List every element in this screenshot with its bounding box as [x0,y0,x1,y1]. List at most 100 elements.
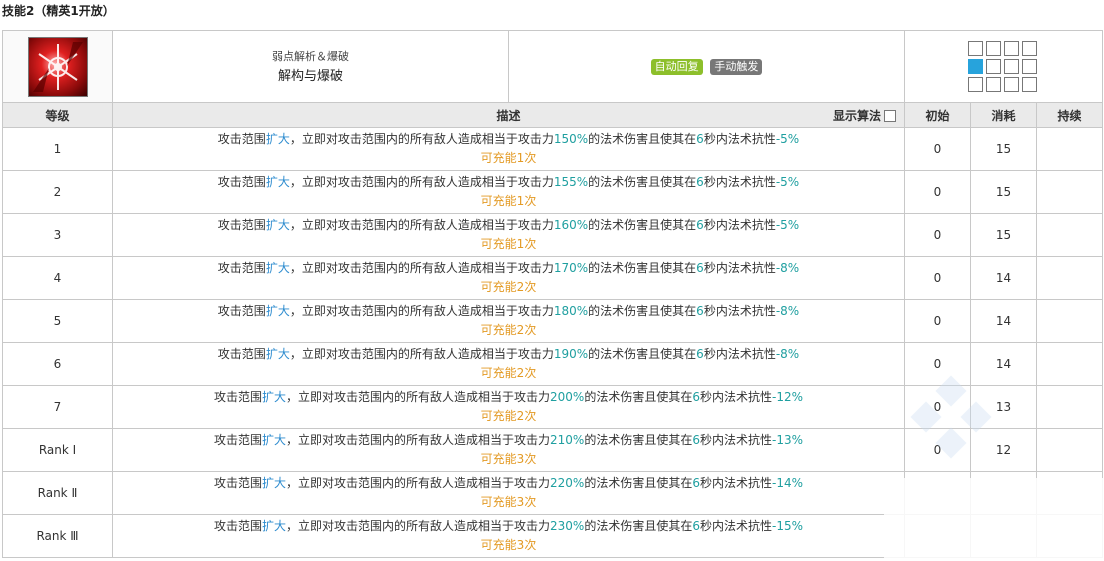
desc-multiplier: 200% [550,390,585,404]
desc-text: 秒内法术抗性 [703,347,776,361]
level-label: Rank Ⅰ [2,428,113,472]
desc-text: 秒内法术抗性 [703,261,776,275]
charges-text: 可充能 [480,409,517,423]
desc-resistance: -12% [772,390,804,404]
skill-name-en: 弱点解析＆爆破 [272,49,349,63]
desc-keyword-expand: 扩大 [261,433,286,447]
range-cell [967,41,983,56]
desc-text: 秒内法术抗性 [703,304,776,318]
charges-line: 可充能3次 [113,493,904,512]
skill-icon-cell [2,30,113,103]
charges-line: 可充能2次 [113,364,904,383]
section-title: 技能2（精英1开放） [2,4,115,18]
desc-text: 攻击范围 [217,175,266,189]
range-cell [1003,77,1019,92]
level-description: 攻击范围扩大，立即对攻击范围内的所有敌人造成相当于攻击力170%的法术伤害且使其… [112,256,905,300]
col-initial: 初始 [904,102,971,128]
level-description: 攻击范围扩大，立即对攻击范围内的所有敌人造成相当于攻击力155%的法术伤害且使其… [112,170,905,214]
desc-text: ，立即对攻击范围内的所有敌人造成相当于攻击力 [289,175,554,189]
initial-sp: 0 [904,428,971,472]
duration [1035,428,1104,472]
sp-cost: 15 [970,213,1037,257]
desc-text: 的法术伤害且使其在 [588,347,697,361]
tag-auto-recovery: 自动回复 [650,58,703,75]
level-label: 5 [2,299,113,343]
desc-keyword-expand: 扩大 [265,304,290,318]
desc-resistance: -5% [775,132,800,146]
level-row: 2 攻击范围扩大，立即对攻击范围内的所有敌人造成相当于攻击力155%的法术伤害且使… [2,170,1104,214]
charges-line: 可充能2次 [113,407,904,426]
range-cell [1021,59,1037,74]
duration [1035,213,1104,257]
skill-name-cn: 解构与爆破 [277,68,343,84]
level-rows: 1 攻击范围扩大，立即对攻击范围内的所有敌人造成相当于攻击力150%的法术伤害且使… [2,127,1104,558]
desc-text: 攻击范围 [217,304,266,318]
desc-text: 的法术伤害且使其在 [588,261,697,275]
initial-sp [904,514,971,558]
duration [1035,385,1104,429]
charges-line: 可充能1次 [113,192,904,211]
col-cost: 消耗 [970,102,1037,128]
desc-text: 攻击范围 [217,132,266,146]
level-row: 1 攻击范围扩大，立即对攻击范围内的所有敌人造成相当于攻击力150%的法术伤害且使… [2,127,1104,171]
desc-text: 秒内法术抗性 [699,390,772,404]
desc-text: 攻击范围 [213,476,262,490]
skill-table: 弱点解析＆爆破 解构与爆破 自动回复 手动触发 等级 描述 显示算法 初始 消耗 [2,30,1104,558]
sp-cost: 14 [970,256,1037,300]
tag-manual-trigger: 手动触发 [710,58,763,75]
description-line: 攻击范围扩大，立即对攻击范围内的所有敌人造成相当于攻击力180%的法术伤害且使其… [113,302,904,321]
desc-text: 的法术伤害且使其在 [584,433,693,447]
range-cell [1021,77,1037,92]
level-label: 4 [2,256,113,300]
desc-keyword-expand: 扩大 [265,347,290,361]
desc-text: ，立即对攻击范围内的所有敌人造成相当于攻击力 [289,218,554,232]
level-row: Rank Ⅲ 攻击范围扩大，立即对攻击范围内的所有敌人造成相当于攻击力230%的法… [2,514,1104,558]
desc-resistance: -14% [772,476,804,490]
initial-sp [904,471,971,515]
desc-text: 秒内法术抗性 [699,476,772,490]
desc-text: 秒内法术抗性 [703,175,776,189]
desc-text: 的法术伤害且使其在 [584,519,693,533]
desc-text: 攻击范围 [213,519,262,533]
initial-sp: 0 [904,170,971,214]
initial-sp: 0 [904,127,971,171]
level-label: Rank Ⅲ [2,514,113,558]
charges-unit: 次 [524,194,537,208]
desc-resistance: -8% [775,347,800,361]
desc-keyword-expand: 扩大 [265,175,290,189]
desc-text: ，立即对攻击范围内的所有敌人造成相当于攻击力 [286,476,551,490]
range-cell [1021,41,1037,56]
show-formula-toggle[interactable]: 显示算法 [833,107,896,124]
skill-icon [27,36,88,97]
level-description: 攻击范围扩大，立即对攻击范围内的所有敌人造成相当于攻击力160%的法术伤害且使其… [112,213,905,257]
desc-seconds: 6 [696,304,704,318]
desc-text: 的法术伤害且使其在 [588,304,697,318]
level-description: 攻击范围扩大，立即对攻击范围内的所有敌人造成相当于攻击力180%的法术伤害且使其… [112,299,905,343]
description-line: 攻击范围扩大，立即对攻击范围内的所有敌人造成相当于攻击力210%的法术伤害且使其… [113,431,904,450]
charges-line: 可充能3次 [113,450,904,469]
sp-cost: 13 [970,385,1037,429]
desc-resistance: -5% [775,175,800,189]
charges-text: 可充能 [480,452,517,466]
duration [1035,471,1104,515]
col-level: 等级 [2,102,113,128]
desc-seconds: 6 [696,261,704,275]
desc-text: 攻击范围 [217,261,266,275]
desc-keyword-expand: 扩大 [265,218,290,232]
desc-text: ，立即对攻击范围内的所有敌人造成相当于攻击力 [289,304,554,318]
range-cell [967,77,983,92]
charges-unit: 次 [524,280,537,294]
duration [1035,170,1104,214]
range-cell [1003,59,1019,74]
show-formula-checkbox[interactable] [884,109,896,122]
description-line: 攻击范围扩大，立即对攻击范围内的所有敌人造成相当于攻击力190%的法术伤害且使其… [113,345,904,364]
level-row: 4 攻击范围扩大，立即对攻击范围内的所有敌人造成相当于攻击力170%的法术伤害且使… [2,256,1104,300]
desc-text: ，立即对攻击范围内的所有敌人造成相当于攻击力 [289,347,554,361]
desc-seconds: 6 [692,519,700,533]
desc-multiplier: 190% [553,347,589,361]
desc-text: ，立即对攻击范围内的所有敌人造成相当于攻击力 [286,519,551,533]
charges-unit: 次 [524,237,537,251]
duration [1035,342,1104,386]
desc-keyword-expand: 扩大 [261,476,286,490]
desc-text: 的法术伤害且使其在 [584,476,693,490]
